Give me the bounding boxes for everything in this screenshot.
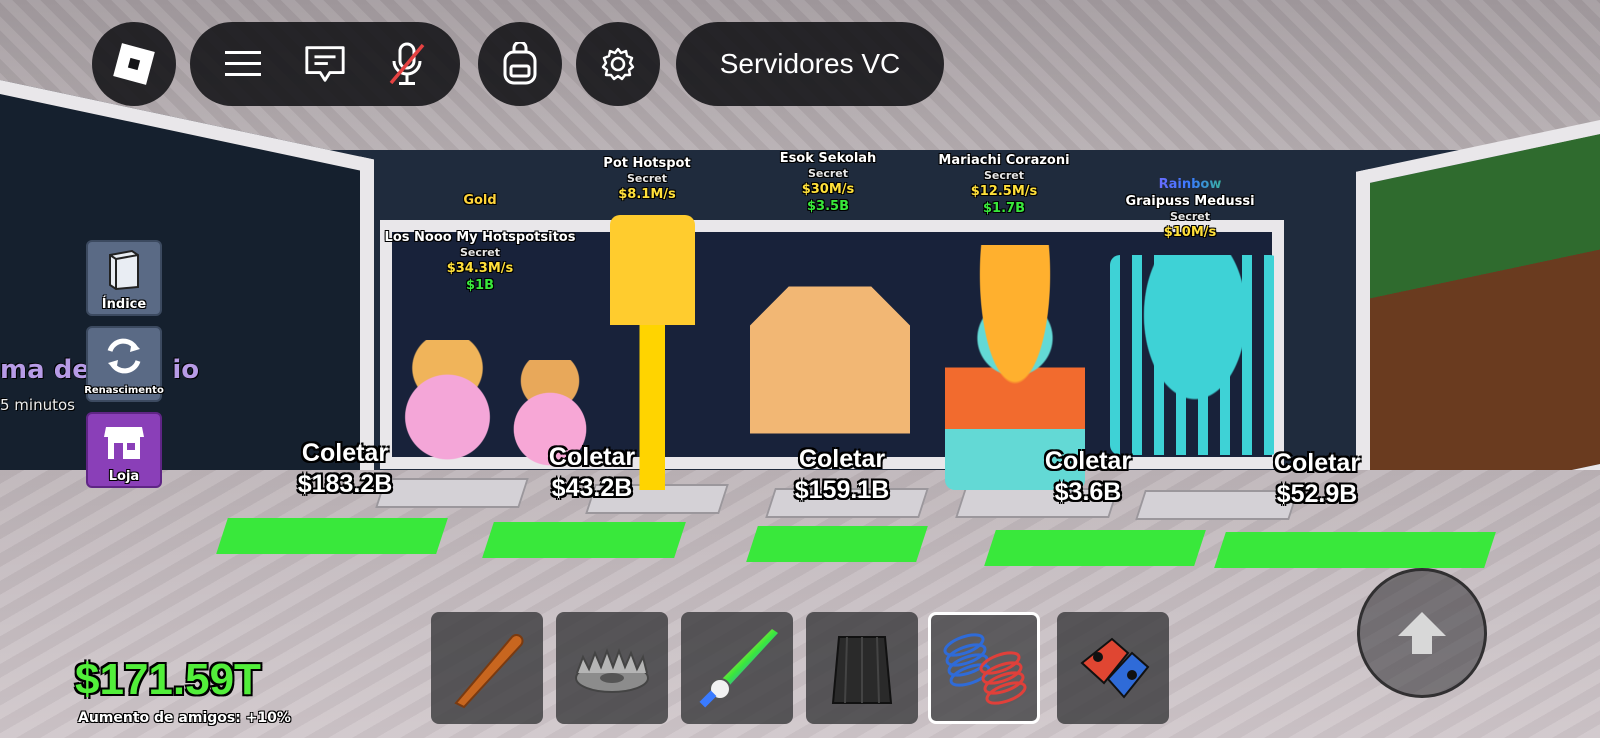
trap-icon [575, 648, 649, 693]
mic-muted-icon[interactable] [385, 42, 429, 86]
collect-amount: $3.6B [1054, 478, 1122, 506]
brainrot-name: Graipuss Medussi [1125, 194, 1255, 209]
collect-text: Coletar [1273, 449, 1361, 477]
offscreen-sign-subtitle: 5 minutos [0, 396, 75, 414]
brainrot-price: $3.5B [807, 199, 849, 214]
refresh-icon [102, 328, 146, 383]
income-rate: $30M/s [801, 182, 855, 197]
collect-pad[interactable] [984, 530, 1206, 566]
collect-text: Coletar [548, 443, 636, 471]
right-window [1356, 120, 1600, 530]
brainrot-name: Pot Hotspot [603, 156, 691, 171]
shop-button[interactable]: Loja [86, 412, 162, 488]
collect-amount: $159.1B [794, 476, 890, 504]
jump-button[interactable] [1357, 568, 1487, 698]
brainrot-label: Mariachi Corazoni Secret $12.5M/s $1.7B [938, 152, 1069, 217]
brainrot-hotspotsitos[interactable] [395, 340, 500, 480]
hotbar-slot-cloner[interactable] [1057, 612, 1169, 724]
voice-chat-servers-button[interactable]: Servidores VC [676, 22, 944, 106]
collect-amount: $52.9B [1276, 480, 1358, 508]
bat-icon [454, 634, 524, 709]
mutation-label: Rainbow [1125, 176, 1254, 193]
collect-pad[interactable] [1214, 532, 1496, 568]
collect-text: Coletar [301, 439, 389, 467]
sword-icon [699, 629, 778, 708]
hotbar-slot-sword[interactable] [681, 612, 793, 724]
collect-amount: $43.2B [551, 474, 633, 502]
mutation-label: Gold [463, 193, 497, 208]
cloner-icon [1080, 637, 1150, 699]
brainrot-label: Gold Los Nooo My Hotspotsitos Secret $34… [385, 192, 576, 294]
hotbar-slot-bat[interactable] [431, 612, 543, 724]
brainrot-price: $1.7B [983, 201, 1025, 216]
side-button-label: Loja [108, 469, 140, 484]
cape-icon [831, 636, 893, 704]
collect-label: Coletar $52.9B [1274, 448, 1360, 510]
settings-button[interactable] [576, 22, 660, 106]
rebirth-button[interactable]: Renascimento [84, 326, 164, 402]
rarity-label: Secret [1169, 210, 1211, 223]
income-rate: $34.3M/s [446, 261, 514, 276]
collect-text: Coletar [1044, 447, 1132, 475]
friend-bonus-text: Aumento de amigos: +10% [78, 710, 291, 726]
hamburger-menu-icon[interactable] [221, 42, 265, 86]
side-button-label: Índice [101, 297, 147, 312]
topbar-menu-group [190, 22, 460, 106]
collect-label: Coletar $43.2B [549, 442, 635, 504]
gear-icon [596, 42, 640, 86]
brainrot-name: Mariachi Corazoni [938, 153, 1070, 168]
collect-amount: $183.2B [297, 470, 393, 498]
brainrot-label: Esok Sekolah Secret $30M/s $3.5B [780, 150, 877, 215]
backpack-button[interactable] [478, 22, 562, 106]
roblox-menu-button[interactable] [92, 22, 176, 106]
rarity-label: Secret [807, 167, 849, 180]
brainrot-price: $1B [466, 278, 494, 293]
hotbar-slot-cape[interactable] [806, 612, 918, 724]
income-rate: $12.5M/s [970, 184, 1038, 199]
pedestal [375, 478, 529, 508]
collect-pad[interactable] [216, 518, 448, 554]
income-rate: $8.1M/s [618, 187, 676, 202]
collect-pad[interactable] [746, 526, 928, 562]
collect-label: Coletar $3.6B [1045, 446, 1131, 508]
brainrot-name: Esok Sekolah [779, 151, 877, 166]
chat-icon[interactable] [303, 42, 347, 86]
brainrot-label: Pot Hotspot Secret $8.1M/s [603, 155, 690, 203]
brainrot-label: Rainbow Graipuss Medussi Secret $10M/s [1125, 176, 1254, 241]
brainrot-name: Los Nooo My Hotspotsitos [384, 230, 576, 245]
brainrot-graipuss-medussi[interactable] [1110, 255, 1280, 455]
side-button-label: Renascimento [84, 385, 164, 396]
collect-text: Coletar [798, 445, 886, 473]
coil-icon [943, 633, 1027, 705]
shop-icon [102, 414, 146, 469]
up-arrow-icon [1398, 612, 1446, 654]
index-button[interactable]: Índice [86, 240, 162, 316]
hotbar-slot-trap[interactable] [556, 612, 668, 724]
hotbar-slot-coil[interactable] [928, 612, 1040, 724]
income-rate: $10M/s [1163, 225, 1217, 240]
rarity-label: Secret [983, 169, 1025, 182]
collect-label: Coletar $183.2B [298, 438, 393, 500]
backpack-icon [498, 42, 542, 86]
roblox-logo-icon [113, 43, 155, 85]
money-display: $171.59T [75, 655, 261, 704]
rarity-label: Secret [459, 246, 501, 259]
rarity-label: Secret [626, 172, 668, 185]
collect-pad[interactable] [482, 522, 686, 558]
collect-label: Coletar $159.1B [795, 444, 890, 506]
book-icon [104, 242, 144, 297]
